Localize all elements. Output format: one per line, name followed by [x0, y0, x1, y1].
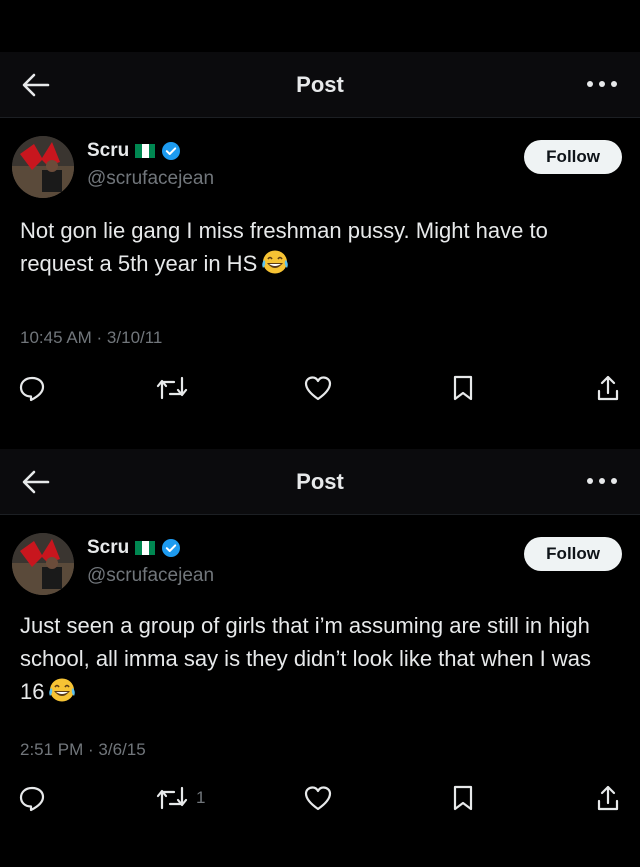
post-timestamp: 2:51 PM · 3/6/15 — [20, 740, 146, 759]
like-button[interactable] — [303, 784, 333, 812]
share-button[interactable] — [595, 784, 621, 812]
author-row: Scru @scrufacejean Follow — [0, 515, 640, 599]
post-text-content: Just seen a group of girls that i’m assu… — [20, 613, 592, 704]
name-row: Scru — [87, 537, 181, 559]
reply-icon — [19, 786, 45, 812]
user-handle[interactable]: @scrufacejean — [87, 565, 214, 587]
more-options-icon[interactable] — [582, 74, 622, 94]
nigeria-flag-icon — [135, 144, 156, 158]
more-options-icon[interactable] — [582, 471, 622, 491]
post-panel-1: Post Scru @scrufacejean Follow Not gon l… — [0, 52, 640, 446]
repost-button[interactable]: 1 — [156, 784, 205, 812]
avatar[interactable] — [12, 533, 74, 595]
post-timestamp: 10:45 AM · 3/10/11 — [20, 328, 163, 347]
bookmark-button[interactable] — [450, 374, 476, 402]
repost-icon — [156, 376, 188, 400]
heart-icon — [304, 376, 332, 401]
top-bar: Post — [0, 52, 640, 118]
user-handle[interactable]: @scrufacejean — [87, 168, 214, 190]
author-row: Scru @scrufacejean Follow — [0, 118, 640, 202]
follow-button[interactable]: Follow — [524, 537, 622, 571]
reply-icon — [19, 376, 45, 402]
share-button[interactable] — [595, 374, 621, 402]
share-icon — [597, 785, 619, 811]
display-name[interactable]: Scru — [87, 537, 129, 559]
verified-badge-icon — [162, 142, 181, 160]
repost-count: 1 — [196, 788, 206, 807]
display-name[interactable]: Scru — [87, 140, 129, 162]
like-button[interactable] — [303, 374, 333, 402]
bookmark-icon — [453, 375, 473, 401]
post-panel-2: Post Scru @scrufacejean Follow Just seen… — [0, 449, 640, 827]
bookmark-icon — [453, 785, 473, 811]
follow-button[interactable]: Follow — [524, 140, 622, 174]
page-title: Post — [296, 72, 344, 97]
bookmark-button[interactable] — [450, 784, 476, 812]
name-row: Scru — [87, 140, 181, 162]
avatar[interactable] — [12, 136, 74, 198]
post-text: Not gon lie gang I miss freshman pussy. … — [0, 214, 640, 284]
laughing-tears-emoji-icon — [261, 249, 289, 284]
share-icon — [597, 375, 619, 401]
nigeria-flag-icon — [135, 541, 156, 555]
verified-badge-icon — [162, 539, 181, 557]
repost-button[interactable] — [156, 374, 196, 402]
action-bar: 1 — [0, 784, 640, 824]
repost-icon — [156, 786, 188, 810]
reply-button[interactable] — [18, 374, 46, 402]
heart-icon — [304, 786, 332, 811]
laughing-tears-emoji-icon — [48, 677, 76, 712]
reply-button[interactable] — [18, 784, 46, 812]
top-bar: Post — [0, 449, 640, 515]
post-text: Just seen a group of girls that i’m assu… — [0, 609, 640, 712]
action-bar — [0, 374, 640, 414]
page-title: Post — [296, 469, 344, 494]
